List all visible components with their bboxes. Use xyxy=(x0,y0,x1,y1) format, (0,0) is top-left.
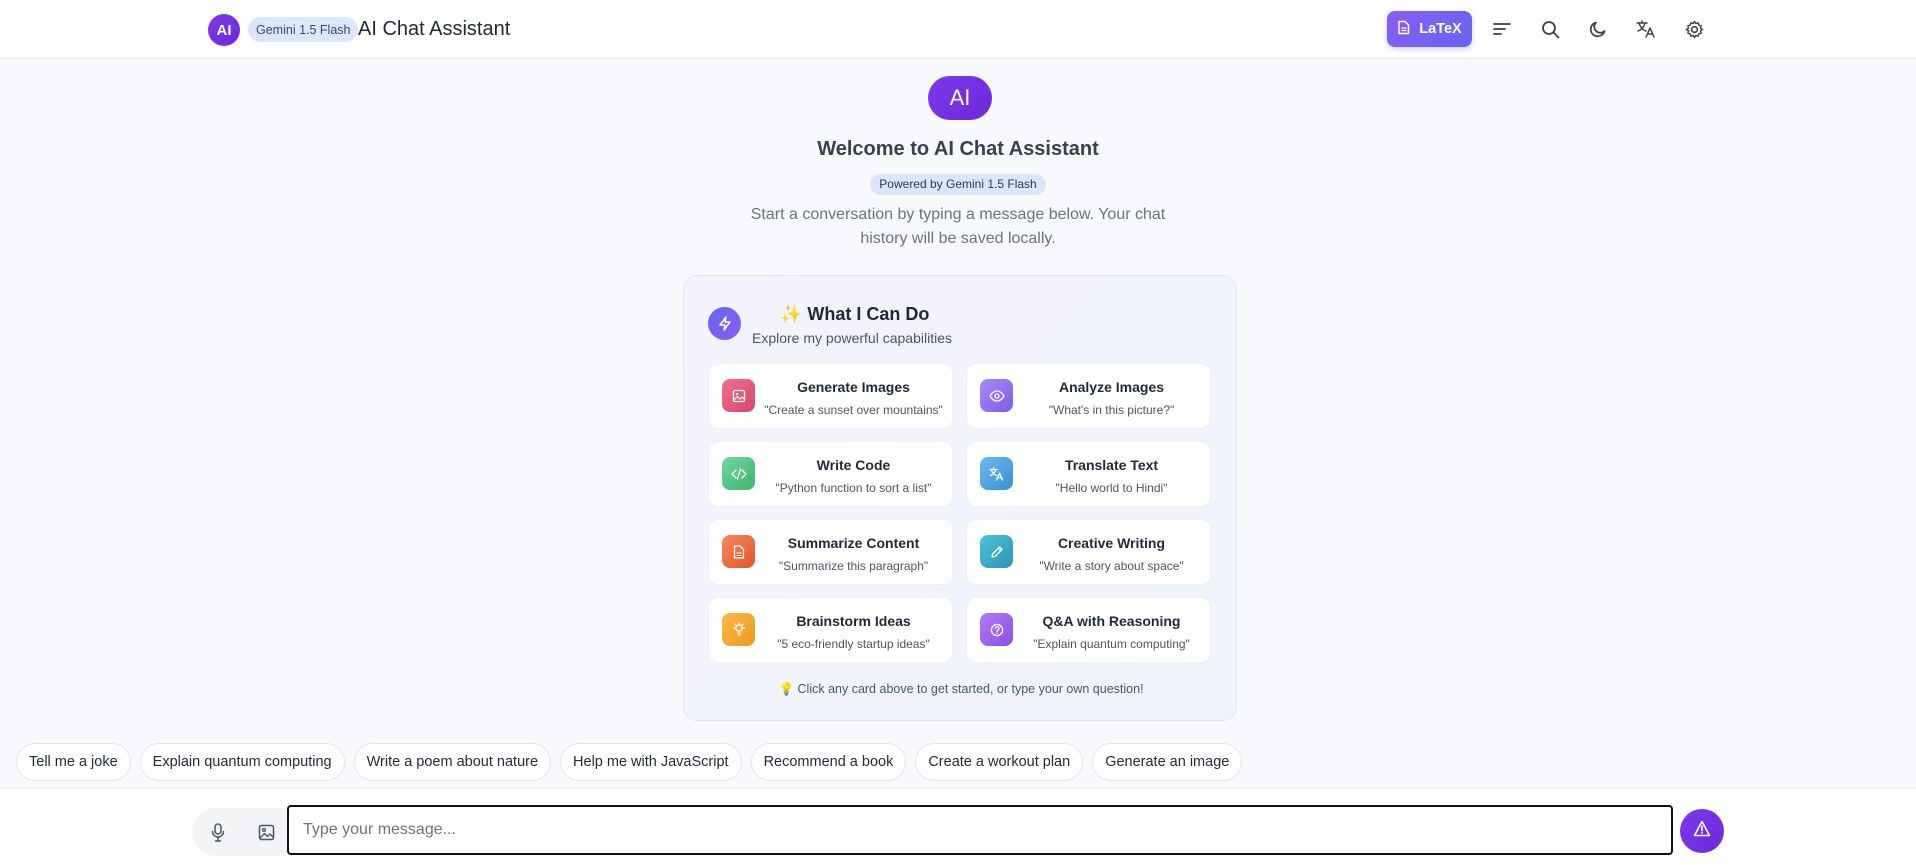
capability-example: "Write a story about space" xyxy=(1039,559,1184,573)
quick-prompt-chip[interactable]: Write a poem about nature xyxy=(353,743,552,781)
capability-example: "Create a sunset over mountains" xyxy=(764,403,943,417)
capability-title: Write Code xyxy=(816,457,891,473)
search-icon[interactable] xyxy=(1538,17,1562,41)
capabilities-grid: Generate Images "Create a sunset over mo… xyxy=(708,363,1214,663)
quick-prompt-chip[interactable]: Tell me a joke xyxy=(16,743,131,781)
quick-prompt-chip[interactable]: Create a workout plan xyxy=(915,743,1084,781)
latex-button-label: LaTeX xyxy=(1419,21,1462,37)
capability-card-qa-reasoning[interactable]: Q&A with Reasoning "Explain quantum comp… xyxy=(966,597,1211,663)
moon-icon[interactable] xyxy=(1586,17,1610,41)
capability-card-brainstorm-ideas[interactable]: Brainstorm Ideas "5 eco-friendly startup… xyxy=(708,597,953,663)
ai-logo: AI xyxy=(928,76,992,120)
send-icon xyxy=(1693,820,1711,842)
message-input[interactable] xyxy=(287,805,1673,855)
capability-example: "Summarize this paragraph" xyxy=(778,559,929,573)
quick-prompt-chip[interactable]: Help me with JavaScript xyxy=(560,743,742,781)
capabilities-subtitle: Explore my powerful capabilities xyxy=(752,330,952,346)
image-icon xyxy=(722,379,755,412)
question-icon xyxy=(980,613,1013,646)
code-icon xyxy=(722,457,755,490)
capability-example: "Python function to sort a list" xyxy=(775,481,932,495)
capabilities-title: ✨ What I Can Do xyxy=(780,304,930,324)
top-header: AI Gemini 1.5 Flash AI Chat Assistant La… xyxy=(0,0,1916,59)
sparkles-icon: ✨ xyxy=(780,304,803,324)
capabilities-panel: ✨ What I Can Do Explore my powerful capab… xyxy=(683,275,1237,721)
powered-by-badge: Powered by Gemini 1.5 Flash xyxy=(870,174,1046,195)
capability-card-translate-text[interactable]: Translate Text "Hello world to Hindi" xyxy=(966,441,1211,507)
composer-tools xyxy=(192,808,290,856)
capability-example: "Hello world to Hindi" xyxy=(1055,481,1168,495)
capability-title: Summarize Content xyxy=(787,535,920,551)
document-icon xyxy=(722,535,755,568)
brand-avatar: AI xyxy=(208,14,240,46)
lightning-icon xyxy=(708,307,741,340)
document-icon xyxy=(1397,20,1411,39)
capability-card-write-code[interactable]: Write Code "Python function to sort a li… xyxy=(708,441,953,507)
menu-lines-icon[interactable] xyxy=(1490,17,1514,41)
capability-example: "What's in this picture?" xyxy=(1048,403,1175,417)
latex-button[interactable]: LaTeX xyxy=(1387,11,1472,47)
lightbulb-emoji-icon: 💡 xyxy=(778,682,795,696)
microphone-icon[interactable] xyxy=(194,808,242,856)
capability-title: Q&A with Reasoning xyxy=(1042,613,1181,629)
quick-prompt-chip[interactable]: Explain quantum computing xyxy=(139,743,345,781)
gear-icon[interactable] xyxy=(1682,17,1706,41)
composer-bar xyxy=(0,788,1916,865)
lightbulb-icon xyxy=(722,613,755,646)
capability-title: Analyze Images xyxy=(1058,379,1165,395)
capability-title: Generate Images xyxy=(797,379,910,395)
capability-card-summarize-content[interactable]: Summarize Content "Summarize this paragr… xyxy=(708,519,953,585)
quick-prompt-chip[interactable]: Recommend a book xyxy=(750,743,907,781)
translate-icon xyxy=(980,457,1013,490)
capabilities-tip: 💡 Click any card above to get started, o… xyxy=(778,682,1144,696)
capability-example: "5 eco-friendly startup ideas" xyxy=(777,637,930,651)
capability-example: "Explain quantum computing" xyxy=(1033,637,1190,651)
capability-title: Creative Writing xyxy=(1057,535,1166,551)
welcome-title: Welcome to AI Chat Assistant xyxy=(817,138,1099,160)
send-button[interactable] xyxy=(1680,809,1724,853)
eye-icon xyxy=(980,379,1013,412)
welcome-subtitle: Start a conversation by typing a message… xyxy=(750,206,1166,247)
translate-icon[interactable] xyxy=(1634,17,1658,41)
capability-title: Brainstorm Ideas xyxy=(796,613,911,629)
model-badge: Gemini 1.5 Flash xyxy=(248,17,359,42)
quick-prompt-chip[interactable]: Generate an image xyxy=(1092,743,1243,781)
capability-title: Translate Text xyxy=(1064,457,1159,473)
capability-card-generate-images[interactable]: Generate Images "Create a sunset over mo… xyxy=(708,363,953,429)
capability-card-analyze-images[interactable]: Analyze Images "What's in this picture?" xyxy=(966,363,1211,429)
capability-card-creative-writing[interactable]: Creative Writing "Write a story about sp… xyxy=(966,519,1211,585)
image-upload-icon[interactable] xyxy=(242,808,290,856)
pencil-icon xyxy=(980,535,1013,568)
app-title: AI Chat Assistant xyxy=(358,18,511,40)
quick-prompts: Tell me a joke Explain quantum computing… xyxy=(16,743,1243,781)
